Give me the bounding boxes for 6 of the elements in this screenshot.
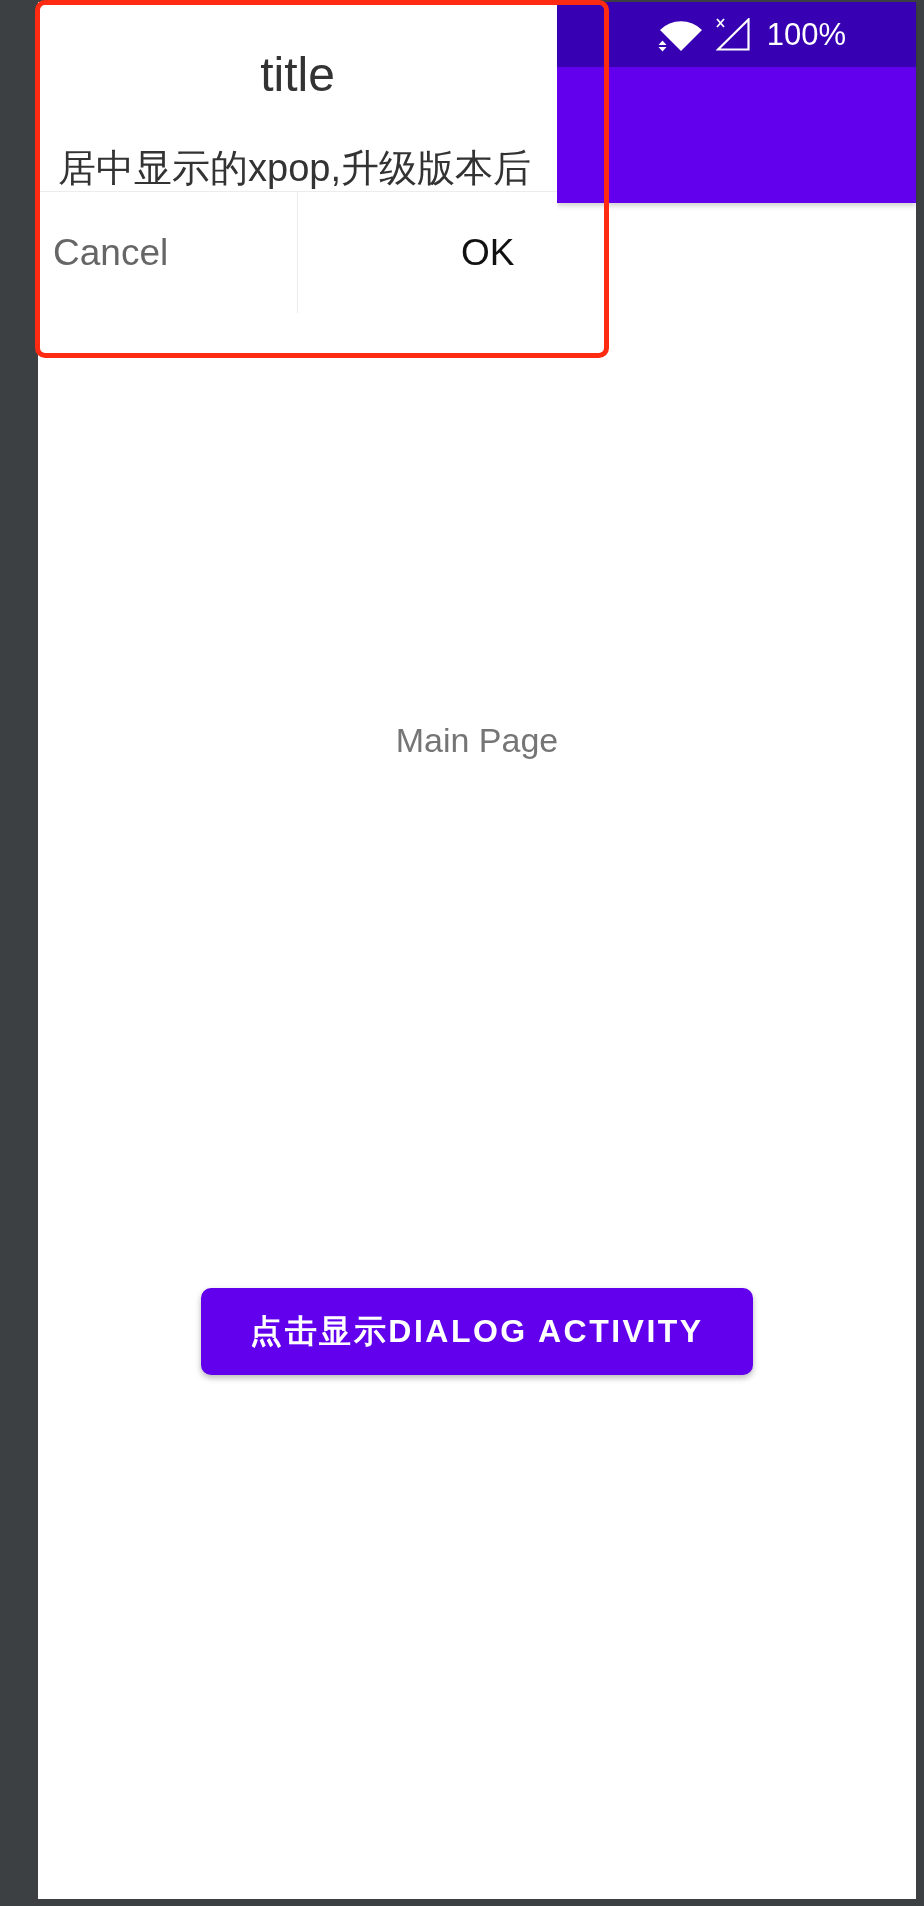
page-text: Main Page xyxy=(395,720,559,760)
battery-percentage: 100% xyxy=(766,15,846,54)
dialog-message: 居中显示的xpop,升级版本后 xyxy=(57,146,532,191)
dialog-title: title xyxy=(259,47,336,103)
signal-icon xyxy=(715,18,750,51)
show-dialog-button[interactable]: 点击显示DIALOG ACTIVITY xyxy=(201,1288,753,1375)
